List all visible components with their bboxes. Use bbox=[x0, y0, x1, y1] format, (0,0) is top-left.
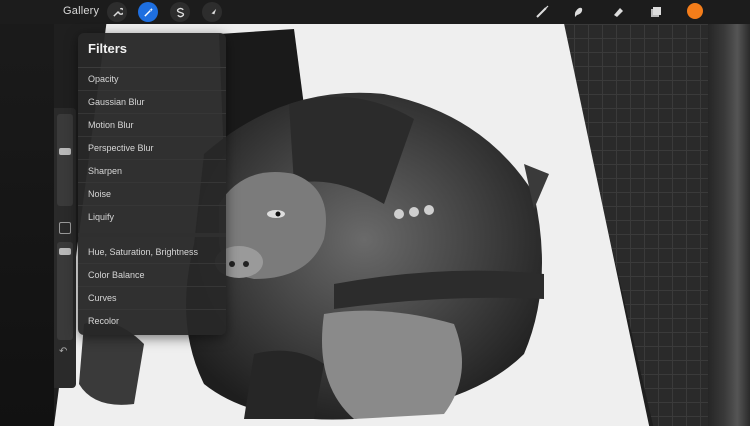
filter-noise[interactable]: Noise bbox=[88, 189, 111, 199]
menu-divider bbox=[78, 286, 226, 287]
filter-color-balance[interactable]: Color Balance bbox=[88, 270, 145, 280]
eraser-icon[interactable] bbox=[608, 2, 628, 22]
filter-liquify[interactable]: Liquify bbox=[88, 212, 114, 222]
magic-wand-icon[interactable] bbox=[138, 2, 158, 22]
brush-size-handle[interactable] bbox=[59, 148, 71, 155]
right-video-margin bbox=[708, 0, 750, 426]
brush-icon[interactable] bbox=[532, 2, 552, 22]
menu-divider bbox=[78, 309, 226, 310]
filter-hue-saturation-brightness[interactable]: Hue, Saturation, Brightness bbox=[88, 247, 198, 257]
filter-sharpen[interactable]: Sharpen bbox=[88, 166, 122, 176]
arrow-cursor-icon[interactable] bbox=[202, 2, 222, 22]
current-color-swatch[interactable] bbox=[687, 3, 703, 19]
modify-button[interactable] bbox=[59, 222, 71, 234]
menu-divider bbox=[78, 67, 226, 68]
smudge-icon[interactable] bbox=[568, 2, 588, 22]
wrench-icon[interactable] bbox=[107, 2, 127, 22]
filters-title: Filters bbox=[88, 41, 128, 56]
top-toolbar: Gallery bbox=[0, 0, 750, 24]
menu-group-divider bbox=[78, 233, 226, 237]
filter-curves[interactable]: Curves bbox=[88, 293, 117, 303]
menu-divider bbox=[78, 136, 226, 137]
menu-divider bbox=[78, 205, 226, 206]
filter-perspective-blur[interactable]: Perspective Blur bbox=[88, 143, 154, 153]
menu-divider bbox=[78, 113, 226, 114]
selection-s-icon[interactable] bbox=[170, 2, 190, 22]
filters-menu: Filters Opacity Gaussian Blur Motion Blu… bbox=[78, 33, 226, 335]
menu-divider bbox=[78, 90, 226, 91]
opacity-slider[interactable] bbox=[57, 242, 73, 340]
undo-icon[interactable]: ↶ bbox=[59, 346, 67, 357]
filter-opacity[interactable]: Opacity bbox=[88, 74, 119, 84]
gallery-button[interactable]: Gallery bbox=[63, 5, 99, 17]
menu-divider bbox=[78, 159, 226, 160]
menu-divider bbox=[78, 182, 226, 183]
left-video-margin bbox=[0, 0, 54, 426]
brush-size-slider[interactable] bbox=[57, 114, 73, 206]
left-sidebar: ↶ bbox=[54, 108, 76, 388]
opacity-handle[interactable] bbox=[59, 248, 71, 255]
filter-recolor[interactable]: Recolor bbox=[88, 316, 119, 326]
layers-icon[interactable] bbox=[646, 2, 666, 22]
menu-divider bbox=[78, 263, 226, 264]
filter-motion-blur[interactable]: Motion Blur bbox=[88, 120, 134, 130]
filter-gaussian-blur[interactable]: Gaussian Blur bbox=[88, 97, 145, 107]
